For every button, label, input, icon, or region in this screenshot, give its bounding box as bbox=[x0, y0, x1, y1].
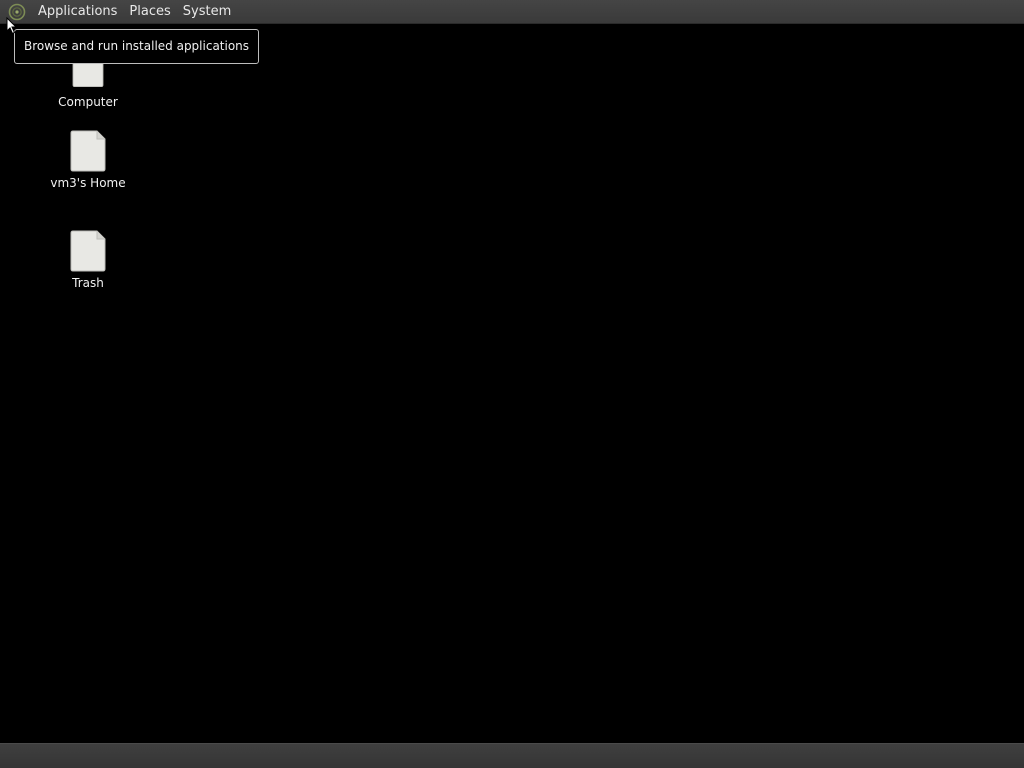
bottom-panel[interactable] bbox=[0, 743, 1024, 768]
places-menu[interactable]: Places bbox=[123, 0, 176, 24]
trash-icon bbox=[70, 230, 106, 272]
desktop-icon-label: Computer bbox=[58, 95, 118, 109]
desktop-icon-label: vm3's Home bbox=[50, 176, 126, 190]
desktop-icon-home[interactable]: vm3's Home bbox=[38, 130, 138, 190]
desktop[interactable]: Applications Places System Computer vm3'… bbox=[0, 0, 1024, 768]
applications-tooltip: Browse and run installed applications bbox=[14, 29, 260, 64]
desktop-icon-label: Trash bbox=[72, 276, 104, 290]
home-folder-icon bbox=[70, 130, 106, 172]
system-menu[interactable]: System bbox=[177, 0, 237, 24]
mouse-cursor-icon bbox=[6, 17, 18, 35]
applications-menu[interactable]: Applications bbox=[32, 0, 123, 24]
desktop-icon-trash[interactable]: Trash bbox=[38, 230, 138, 290]
top-panel: Applications Places System bbox=[0, 0, 1024, 24]
